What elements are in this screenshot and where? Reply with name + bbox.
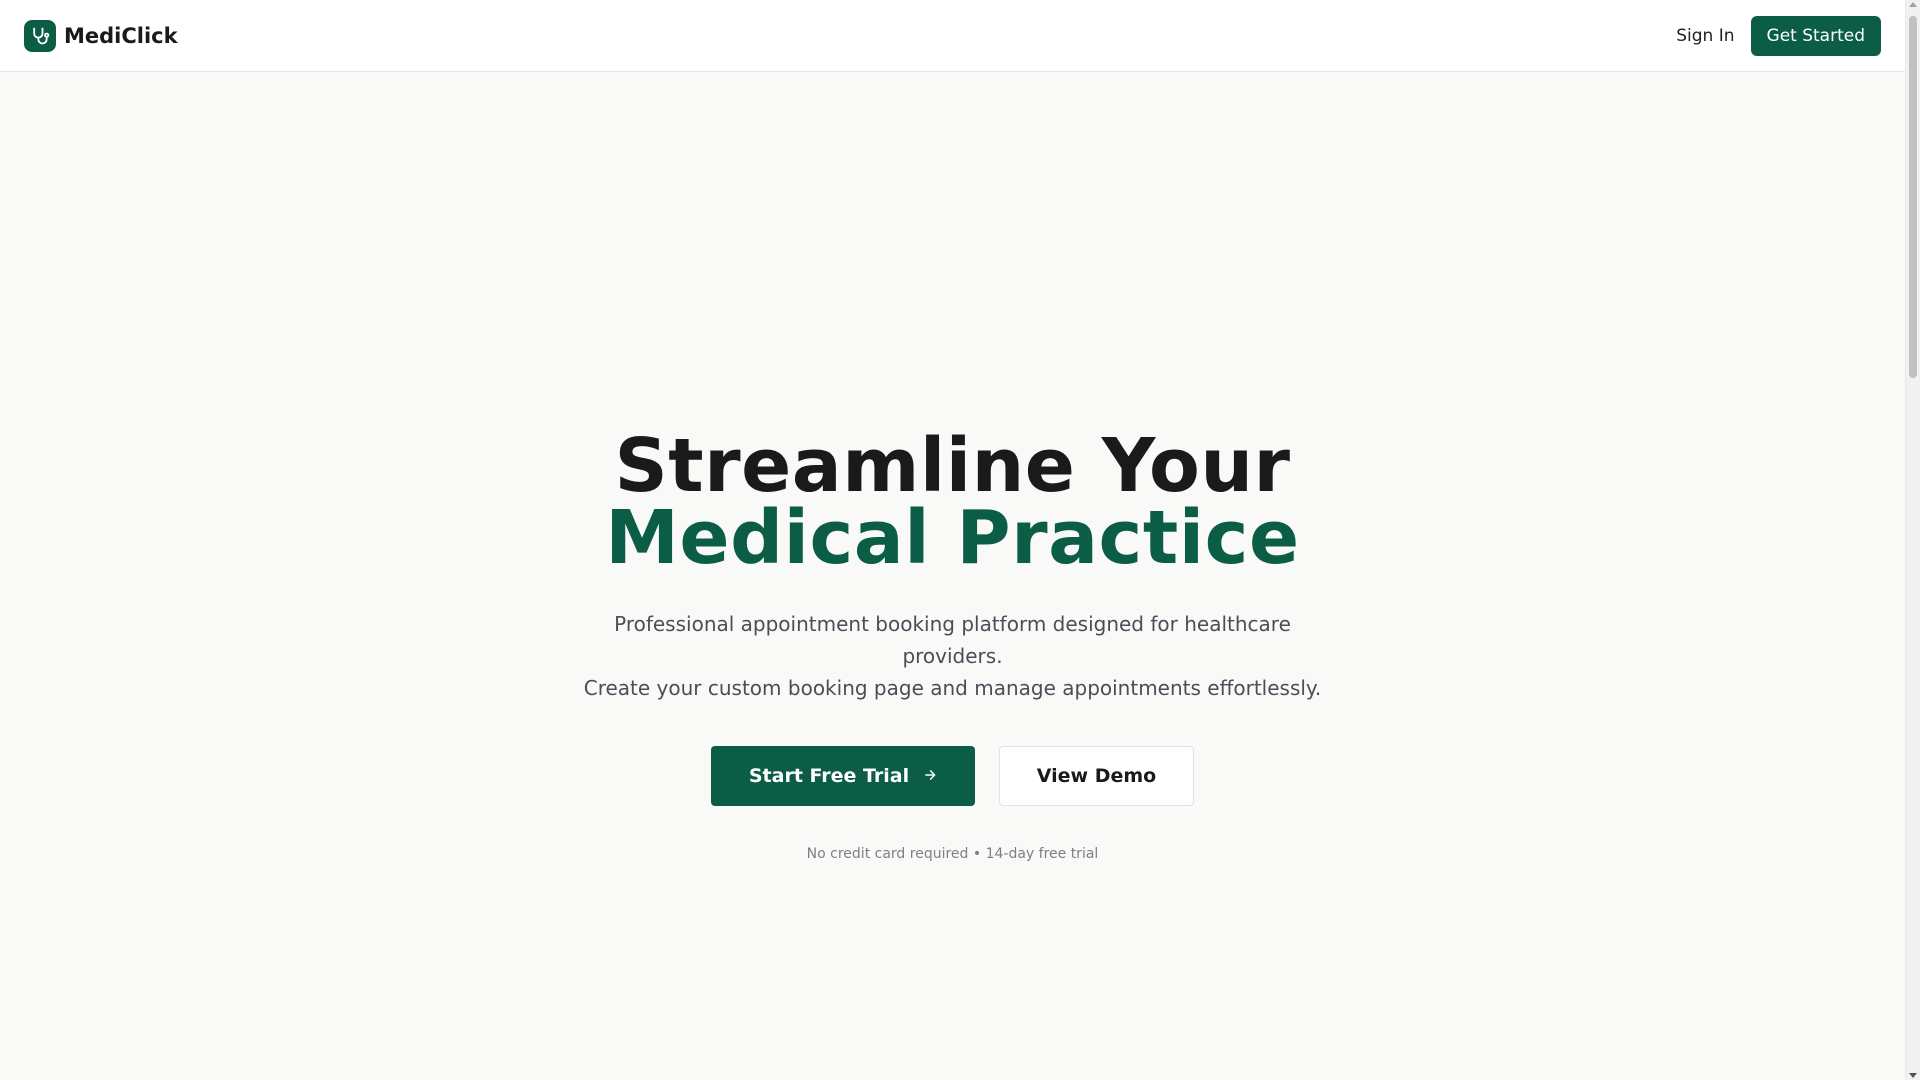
vertical-scrollbar[interactable] <box>1905 0 1920 1080</box>
hero-subtitle-line1: Professional appointment booking platfor… <box>614 612 1291 668</box>
browser-viewport: MediClick Sign In Get Started Streamline… <box>0 0 1920 1080</box>
get-started-button[interactable]: Get Started <box>1750 16 1881 56</box>
trial-note: No credit card required • 14-day free tr… <box>806 846 1099 862</box>
sign-in-link[interactable]: Sign In <box>1676 26 1734 46</box>
hero-title: Streamline Your Medical Practice <box>0 423 1905 581</box>
hero-title-line2: Medical Practice <box>605 495 1300 581</box>
hero-title-line1: Streamline Your <box>614 423 1291 509</box>
start-free-trial-button[interactable]: Start Free Trial <box>711 746 975 806</box>
start-free-trial-label: Start Free Trial <box>748 765 910 787</box>
hero-subtitle-line2: Create your custom booking page and mana… <box>583 676 1322 700</box>
brand-name: MediClick <box>64 24 178 48</box>
scrollbar-thumb[interactable] <box>1909 16 1917 378</box>
scroll-down-icon[interactable] <box>1909 1073 1917 1078</box>
stethoscope-icon <box>24 20 56 52</box>
hero-section: Streamline Your Medical Practice Profess… <box>0 423 1905 862</box>
nav-actions: Sign In Get Started <box>1676 16 1881 56</box>
brand[interactable]: MediClick <box>24 20 178 52</box>
landing-page: MediClick Sign In Get Started Streamline… <box>0 0 1905 1080</box>
view-demo-button[interactable]: View Demo <box>999 746 1194 806</box>
arrow-right-icon <box>923 765 937 787</box>
scroll-up-icon[interactable] <box>1909 2 1917 7</box>
hero-subtitle: Professional appointment booking platfor… <box>573 608 1333 704</box>
top-nav: MediClick Sign In Get Started <box>0 0 1905 72</box>
hero-cta-group: Start Free Trial View Demo <box>0 746 1905 806</box>
